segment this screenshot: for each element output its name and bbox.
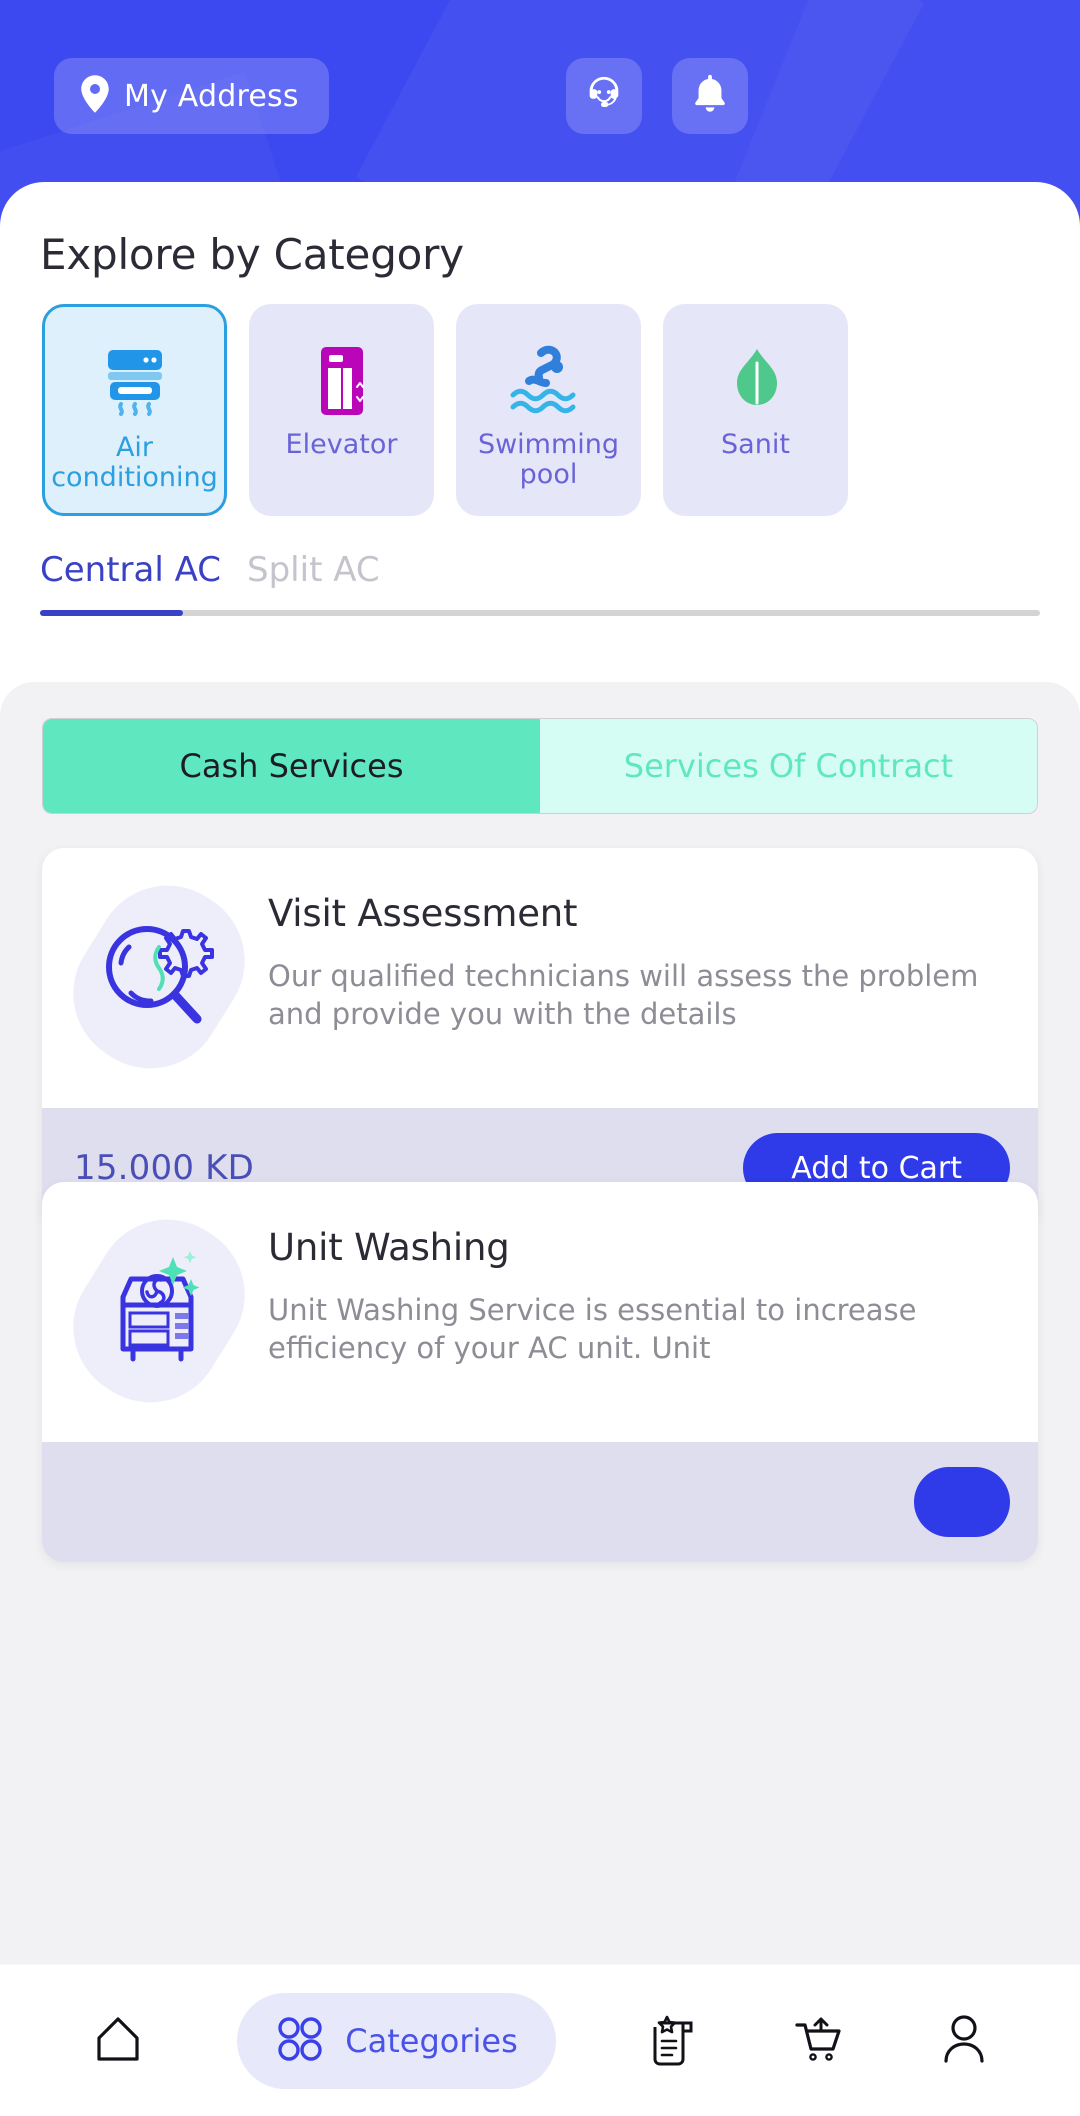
- category-card-air-conditioning[interactable]: Air conditioning: [42, 304, 227, 516]
- address-selector-button[interactable]: My Address: [54, 58, 329, 134]
- category-label: Air conditioning: [51, 432, 218, 494]
- service-card-unit-washing[interactable]: Unit Washing Unit Washing Service is ess…: [42, 1182, 1038, 1562]
- air-conditioner-icon: [96, 341, 174, 427]
- service-title: Unit Washing: [268, 1226, 510, 1269]
- nav-item-home[interactable]: [90, 1993, 146, 2089]
- add-to-cart-button[interactable]: [914, 1467, 1010, 1537]
- customer-support-button[interactable]: [566, 58, 642, 134]
- category-card-elevator[interactable]: Elevator: [249, 304, 434, 516]
- service-description: Our qualified technicians will assess th…: [268, 959, 979, 1032]
- service-title: Visit Assessment: [268, 892, 578, 935]
- segment-services-of-contract[interactable]: Services Of Contract: [540, 719, 1037, 813]
- bottom-navigation-bar: Categories: [0, 1964, 1080, 2116]
- sanitizing-leaf-icon: [717, 338, 795, 424]
- services-panel: Cash Services Services Of Contract Visit…: [0, 682, 1080, 1972]
- nav-label-categories: Categories: [345, 2021, 518, 2060]
- tab-split-ac[interactable]: Split AC: [247, 550, 380, 590]
- nav-item-categories[interactable]: Categories: [237, 1992, 556, 2089]
- user-profile-icon: [938, 2011, 990, 2071]
- service-text-block: Visit Assessment Our qualified technicia…: [268, 878, 1004, 1034]
- shopping-cart-icon: [791, 2013, 847, 2069]
- notification-bell-icon: [690, 73, 730, 119]
- location-pin-icon: [80, 75, 110, 117]
- nav-item-cart[interactable]: [791, 1993, 847, 2089]
- content-sheet: Explore by Category Air conditioning Ele…: [0, 182, 1080, 2116]
- segment-cash-services[interactable]: Cash Services: [43, 719, 540, 813]
- category-label: Elevator: [285, 429, 398, 460]
- swimming-pool-icon: [507, 338, 591, 424]
- home-icon: [90, 2011, 146, 2071]
- elevator-icon: [309, 338, 375, 424]
- nav-item-profile[interactable]: [938, 1993, 990, 2089]
- service-card-body: Visit Assessment Our qualified technicia…: [42, 848, 1038, 1108]
- tab-underline-track: [40, 610, 1040, 616]
- magnifier-gear-icon: [46, 858, 272, 1096]
- service-type-segmented-control[interactable]: Cash Services Services Of Contract: [42, 718, 1038, 814]
- service-card-body: Unit Washing Unit Washing Service is ess…: [42, 1182, 1038, 1442]
- grid-dots-icon: [275, 2014, 325, 2068]
- service-card-footer: [42, 1442, 1038, 1562]
- ac-unit-sparkle-icon: [46, 1192, 272, 1430]
- headset-support-icon: [583, 73, 625, 119]
- page-title: Explore by Category: [40, 230, 464, 279]
- nav-item-orders[interactable]: [647, 1993, 699, 2089]
- app-screen: My Address Explore by Category Air condi…: [0, 0, 1080, 2116]
- category-label: Swimming pool: [477, 429, 620, 491]
- tab-central-ac[interactable]: Central AC: [40, 550, 221, 590]
- category-card-sanitizing[interactable]: Sanit: [663, 304, 848, 516]
- service-description: Unit Washing Service is essential to inc…: [268, 1293, 917, 1366]
- category-label: Sanit: [721, 429, 790, 460]
- tab-underline-indicator: [40, 610, 183, 616]
- category-card-swimming-pool[interactable]: Swimming pool: [456, 304, 641, 516]
- orders-scroll-icon: [647, 2011, 699, 2071]
- category-carousel[interactable]: Air conditioning Elevator Swimming pool …: [0, 304, 1080, 524]
- ac-type-tabs[interactable]: Central AC Split AC: [40, 550, 1040, 616]
- service-card-visit-assessment[interactable]: Visit Assessment Our qualified technicia…: [42, 848, 1038, 1228]
- address-label: My Address: [124, 78, 299, 114]
- notifications-button[interactable]: [672, 58, 748, 134]
- service-text-block: Unit Washing Unit Washing Service is ess…: [268, 1212, 1004, 1368]
